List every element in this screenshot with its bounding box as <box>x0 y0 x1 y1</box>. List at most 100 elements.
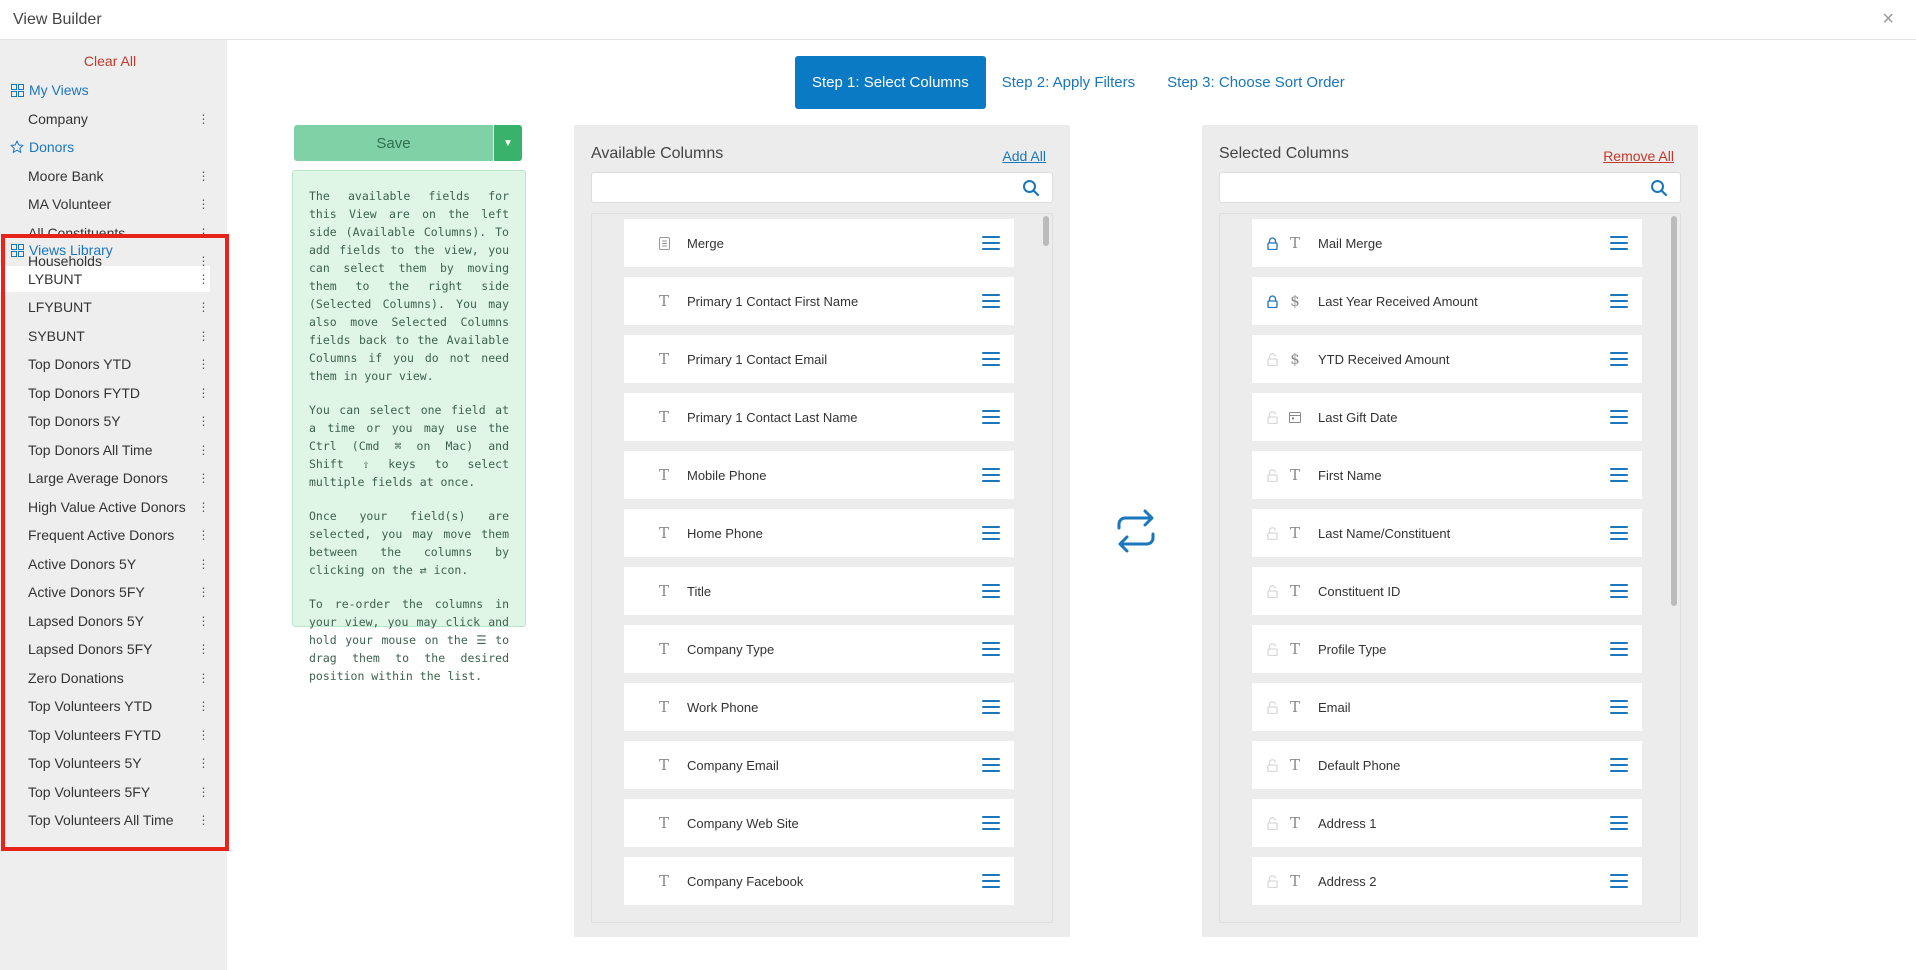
swap-columns-icon[interactable] <box>1111 506 1161 556</box>
sidebar-item-top-volunteers-5fy[interactable]: Top Volunteers 5FY ⋮ <box>0 779 210 805</box>
column-row-mobile-phone[interactable]: T Mobile Phone <box>624 451 1014 499</box>
close-icon[interactable]: × <box>1882 8 1894 31</box>
kebab-menu-icon[interactable]: ⋮ <box>196 756 210 770</box>
unlock-icon[interactable] <box>1265 584 1279 598</box>
drag-handle-icon[interactable] <box>982 700 1000 714</box>
drag-handle-icon[interactable] <box>1610 236 1628 250</box>
save-button[interactable]: Save <box>294 125 493 161</box>
section-donors[interactable]: Donors <box>0 134 210 160</box>
sidebar-item-top-volunteers-fytd[interactable]: Top Volunteers FYTD ⋮ <box>0 722 210 748</box>
unlock-icon[interactable] <box>1265 642 1279 656</box>
sidebar-item-top-donors-fytd[interactable]: Top Donors FYTD ⋮ <box>0 380 210 406</box>
drag-handle-icon[interactable] <box>1610 468 1628 482</box>
kebab-menu-icon[interactable]: ⋮ <box>196 671 210 685</box>
lock-icon[interactable] <box>1265 236 1279 250</box>
unlock-icon[interactable] <box>1265 410 1279 424</box>
scrollbar[interactable] <box>1043 216 1049 246</box>
drag-handle-icon[interactable] <box>982 352 1000 366</box>
save-dropdown-caret-icon[interactable]: ▼ <box>494 125 522 161</box>
column-row-last-name-constituent[interactable]: T Last Name/Constituent <box>1252 509 1642 557</box>
search-icon[interactable] <box>1022 179 1040 197</box>
column-row-primary-1-contact-last-name[interactable]: T Primary 1 Contact Last Name <box>624 393 1014 441</box>
column-row-address-1[interactable]: T Address 1 <box>1252 799 1642 847</box>
drag-handle-icon[interactable] <box>982 468 1000 482</box>
column-row-email[interactable]: T Email <box>1252 683 1642 731</box>
drag-handle-icon[interactable] <box>1610 642 1628 656</box>
section-views-library[interactable]: Views Library <box>0 237 210 263</box>
column-row-profile-type[interactable]: T Profile Type <box>1252 625 1642 673</box>
drag-handle-icon[interactable] <box>982 236 1000 250</box>
sidebar-item-ma-volunteer[interactable]: MA Volunteer ⋮ <box>0 191 210 217</box>
sidebar-item-top-volunteers-ytd[interactable]: Top Volunteers YTD ⋮ <box>0 693 210 719</box>
sidebar-item-sybunt[interactable]: SYBUNT ⋮ <box>0 323 210 349</box>
selected-columns-list[interactable]: T Mail Merge $ Last Year Received Amount $ YT… <box>1219 213 1681 923</box>
kebab-menu-icon[interactable]: ⋮ <box>196 642 210 656</box>
unlock-icon[interactable] <box>1265 758 1279 772</box>
drag-handle-icon[interactable] <box>982 816 1000 830</box>
column-row-last-year-received-amount[interactable]: $ Last Year Received Amount <box>1252 277 1642 325</box>
tab-select-columns[interactable]: Step 1: Select Columns <box>795 56 986 109</box>
column-row-primary-1-contact-first-name[interactable]: T Primary 1 Contact First Name <box>624 277 1014 325</box>
clear-all-link[interactable]: Clear All <box>0 53 220 69</box>
column-row-address-2[interactable]: T Address 2 <box>1252 857 1642 905</box>
kebab-menu-icon[interactable]: ⋮ <box>196 585 210 599</box>
sidebar-item-high-value-active-donors[interactable]: High Value Active Donors ⋮ <box>0 494 210 520</box>
kebab-menu-icon[interactable]: ⋮ <box>196 614 210 628</box>
kebab-menu-icon[interactable]: ⋮ <box>196 112 210 126</box>
kebab-menu-icon[interactable]: ⋮ <box>196 272 210 286</box>
drag-handle-icon[interactable] <box>1610 758 1628 772</box>
drag-handle-icon[interactable] <box>1610 584 1628 598</box>
column-row-ytd-received-amount[interactable]: $ YTD Received Amount <box>1252 335 1642 383</box>
kebab-menu-icon[interactable]: ⋮ <box>196 557 210 571</box>
drag-handle-icon[interactable] <box>1610 874 1628 888</box>
kebab-menu-icon[interactable]: ⋮ <box>196 699 210 713</box>
tab-choose-sort-order[interactable]: Step 3: Choose Sort Order <box>1151 56 1361 109</box>
remove-all-link[interactable]: Remove All <box>1603 148 1674 164</box>
column-row-mail-merge[interactable]: T Mail Merge <box>1252 219 1642 267</box>
kebab-menu-icon[interactable]: ⋮ <box>196 528 210 542</box>
tab-apply-filters[interactable]: Step 2: Apply Filters <box>986 56 1151 109</box>
drag-handle-icon[interactable] <box>982 874 1000 888</box>
sidebar-item-lfybunt[interactable]: LFYBUNT ⋮ <box>0 294 210 320</box>
drag-handle-icon[interactable] <box>1610 700 1628 714</box>
sidebar-item-active-donors-5y[interactable]: Active Donors 5Y ⋮ <box>0 551 210 577</box>
drag-handle-icon[interactable] <box>1610 816 1628 830</box>
sidebar-item-top-donors-5y[interactable]: Top Donors 5Y ⋮ <box>0 408 210 434</box>
kebab-menu-icon[interactable]: ⋮ <box>196 357 210 371</box>
selected-search-input[interactable] <box>1220 173 1640 202</box>
unlock-icon[interactable] <box>1265 700 1279 714</box>
drag-handle-icon[interactable] <box>982 294 1000 308</box>
sidebar-item-top-volunteers-all-time[interactable]: Top Volunteers All Time ⋮ <box>0 807 210 833</box>
column-row-company-facebook[interactable]: T Company Facebook <box>624 857 1014 905</box>
drag-handle-icon[interactable] <box>982 410 1000 424</box>
kebab-menu-icon[interactable]: ⋮ <box>196 300 210 314</box>
kebab-menu-icon[interactable]: ⋮ <box>196 169 210 183</box>
sidebar-item-zero-donations[interactable]: Zero Donations ⋮ <box>0 665 210 691</box>
column-row-default-phone[interactable]: T Default Phone <box>1252 741 1642 789</box>
kebab-menu-icon[interactable]: ⋮ <box>196 728 210 742</box>
unlock-icon[interactable] <box>1265 526 1279 540</box>
unlock-icon[interactable] <box>1265 874 1279 888</box>
drag-handle-icon[interactable] <box>982 758 1000 772</box>
sidebar-item-large-average-donors[interactable]: Large Average Donors ⋮ <box>0 465 210 491</box>
sidebar-item-lapsed-donors-5fy[interactable]: Lapsed Donors 5FY ⋮ <box>0 636 210 662</box>
search-icon[interactable] <box>1650 179 1668 197</box>
column-row-company-email[interactable]: T Company Email <box>624 741 1014 789</box>
available-columns-list[interactable]: Merge T Primary 1 Contact First Name T Prima… <box>591 213 1053 923</box>
column-row-company-web-site[interactable]: T Company Web Site <box>624 799 1014 847</box>
sidebar-item-active-donors-5fy[interactable]: Active Donors 5FY ⋮ <box>0 579 210 605</box>
drag-handle-icon[interactable] <box>1610 410 1628 424</box>
drag-handle-icon[interactable] <box>982 526 1000 540</box>
drag-handle-icon[interactable] <box>1610 352 1628 366</box>
unlock-icon[interactable] <box>1265 352 1279 366</box>
kebab-menu-icon[interactable]: ⋮ <box>196 471 210 485</box>
column-row-primary-1-contact-email[interactable]: T Primary 1 Contact Email <box>624 335 1014 383</box>
sidebar-item-top-donors-ytd[interactable]: Top Donors YTD ⋮ <box>0 351 210 377</box>
kebab-menu-icon[interactable]: ⋮ <box>196 785 210 799</box>
lock-icon[interactable] <box>1265 294 1279 308</box>
column-row-company-type[interactable]: T Company Type <box>624 625 1014 673</box>
kebab-menu-icon[interactable]: ⋮ <box>196 500 210 514</box>
unlock-icon[interactable] <box>1265 816 1279 830</box>
column-row-merge[interactable]: Merge <box>624 219 1014 267</box>
column-row-first-name[interactable]: T First Name <box>1252 451 1642 499</box>
